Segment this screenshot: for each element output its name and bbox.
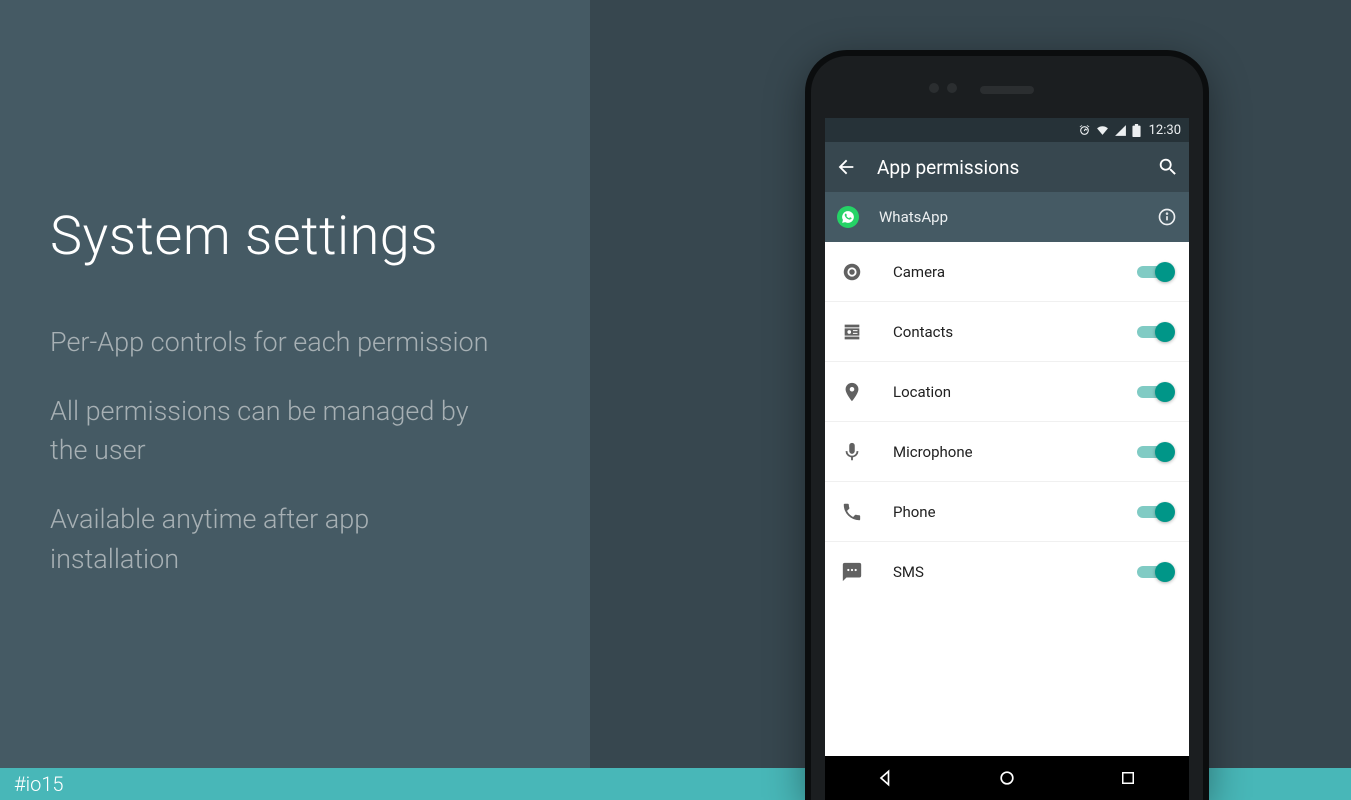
slide: System settings Per-App controls for eac… [0,0,1351,800]
search-icon [1157,156,1179,178]
permission-row-location: Location [825,362,1189,422]
phone-sensor [947,83,957,93]
android-nav-bar [825,756,1189,800]
arrow-left-icon [835,156,857,178]
permission-label: Camera [893,263,1137,281]
phone-speaker [980,86,1034,94]
phone-sensor [929,83,939,93]
permission-label: Phone [893,503,1137,521]
slide-title: System settings [50,205,590,268]
phone-screen: 12:30 App permissions [825,118,1189,800]
permission-label: Location [893,383,1137,401]
slide-bullet: Per-App controls for each permission [50,323,500,362]
app-name-label: WhatsApp [879,208,1137,226]
camera-icon [841,261,863,283]
info-button[interactable] [1157,207,1177,227]
phone-icon [841,501,863,523]
nav-recents-button[interactable] [1098,769,1158,787]
permission-row-microphone: Microphone [825,422,1189,482]
search-button[interactable] [1157,156,1179,178]
permission-toggle-location[interactable] [1137,382,1173,402]
footer-hashtag: #io15 [14,772,64,796]
nav-home-button[interactable] [977,768,1037,788]
permission-toggle-sms[interactable] [1137,562,1173,582]
phone-frame: 12:30 App permissions [805,50,1209,800]
slide-left-column: System settings Per-App controls for eac… [0,0,590,800]
permission-toggle-camera[interactable] [1137,262,1173,282]
status-time: 12:30 [1149,123,1181,138]
permission-toggle-contacts[interactable] [1137,322,1173,342]
slide-bullet: All permissions can be managed by the us… [50,392,500,470]
slide-right-column: 12:30 App permissions [590,0,1351,800]
permission-list: Camera Contacts [825,242,1189,756]
sms-icon [841,561,863,583]
permission-toggle-phone[interactable] [1137,502,1173,522]
phone-bezel: 12:30 App permissions [811,56,1203,800]
status-bar: 12:30 [825,118,1189,142]
app-header-row: WhatsApp [825,192,1189,242]
permission-toggle-microphone[interactable] [1137,442,1173,462]
back-button[interactable] [835,156,857,178]
battery-icon [1132,124,1141,137]
nav-recents-icon [1119,769,1137,787]
permission-label: SMS [893,563,1137,581]
permission-row-contacts: Contacts [825,302,1189,362]
slide-bullets: Per-App controls for each permission All… [50,323,590,609]
permission-row-sms: SMS [825,542,1189,602]
nav-home-icon [997,768,1017,788]
permission-label: Contacts [893,323,1137,341]
contacts-icon [841,321,863,343]
toolbar-title: App permissions [877,156,1137,179]
alarm-icon [1078,124,1091,137]
signal-icon [1114,124,1127,137]
nav-back-icon [876,768,896,788]
app-toolbar: App permissions [825,142,1189,192]
location-icon [841,381,863,403]
whatsapp-icon [837,206,859,228]
info-icon [1157,207,1177,227]
wifi-icon [1096,124,1109,137]
microphone-icon [841,441,863,463]
permission-label: Microphone [893,443,1137,461]
permission-row-phone: Phone [825,482,1189,542]
slide-bullet: Available anytime after app installation [50,500,500,578]
nav-back-button[interactable] [856,768,916,788]
permission-row-camera: Camera [825,242,1189,302]
